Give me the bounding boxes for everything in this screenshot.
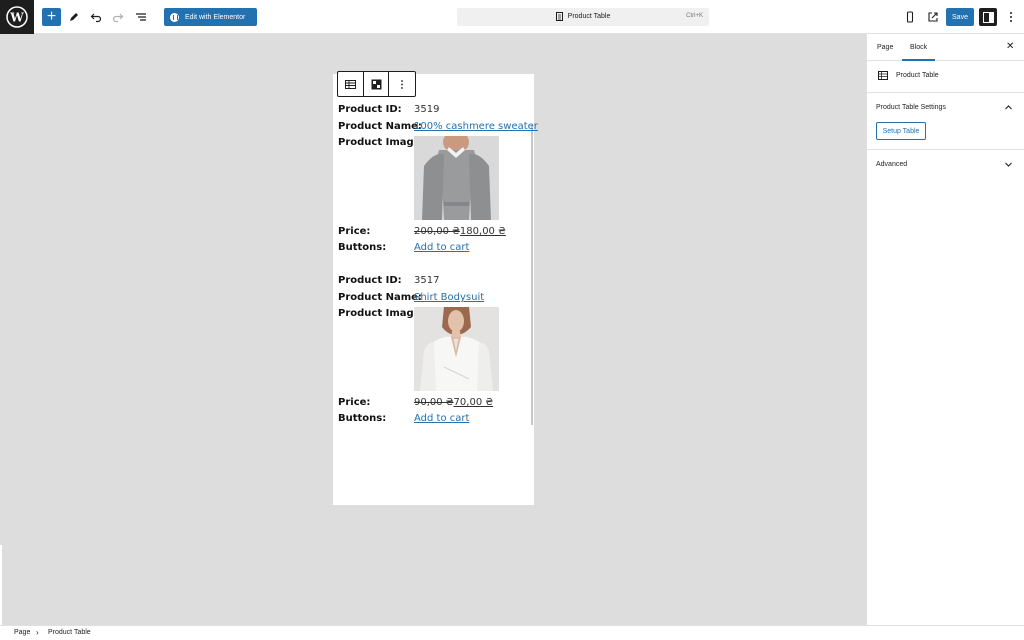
price-value: 90,00 ₴70,00 ₴ bbox=[414, 397, 493, 408]
product-name-link[interactable]: 100% cashmere sweater bbox=[414, 121, 538, 132]
table-block-icon[interactable] bbox=[338, 72, 364, 96]
product-name-label: Product Name: bbox=[338, 292, 422, 303]
product-name-label: Product Name: bbox=[338, 121, 422, 132]
block-toolbar bbox=[337, 71, 416, 97]
view-page-external-icon[interactable] bbox=[923, 7, 943, 27]
block-card-title: Product Table bbox=[896, 72, 939, 79]
settings-sidebar: Page Block ✕ Product Table Product Table… bbox=[866, 34, 1024, 625]
editor-header: W + Edit with Elementor Product Table Ct… bbox=[0, 0, 1024, 34]
command-palette-bar[interactable]: Product Table Ctrl+K bbox=[457, 8, 709, 26]
buttons-label: Buttons: bbox=[338, 413, 387, 424]
edit-with-elementor-label: Edit with Elementor bbox=[185, 13, 246, 21]
product-id-value: 3517 bbox=[414, 275, 440, 286]
old-price: 90,00 ₴ bbox=[414, 397, 454, 408]
settings-sidebar-toggle-icon[interactable] bbox=[979, 8, 997, 26]
advanced-panel[interactable]: Advanced bbox=[867, 150, 1024, 180]
breadcrumb-page[interactable]: Page bbox=[14, 629, 30, 636]
chevron-up-icon[interactable] bbox=[1004, 103, 1013, 112]
block-options-icon[interactable] bbox=[389, 72, 415, 96]
chevron-down-icon[interactable] bbox=[1004, 160, 1013, 169]
sidebar-tabs: Page Block ✕ bbox=[867, 34, 1024, 61]
buttons-label: Buttons: bbox=[338, 242, 387, 253]
options-menu-icon[interactable] bbox=[1001, 7, 1021, 27]
add-block-button[interactable]: + bbox=[42, 8, 61, 26]
product-name-link[interactable]: Shirt Bodysuit bbox=[414, 292, 484, 303]
product-id-label: Product ID: bbox=[338, 104, 402, 115]
wordpress-logo-icon[interactable]: W bbox=[0, 0, 34, 34]
table-block-icon bbox=[878, 71, 888, 80]
panel-title[interactable]: Product Table Settings bbox=[876, 104, 946, 111]
page-document-icon bbox=[555, 12, 563, 21]
save-button[interactable]: Save bbox=[946, 8, 974, 26]
old-price: 200,00 ₴ bbox=[414, 226, 460, 237]
redo-icon[interactable] bbox=[108, 7, 128, 27]
price-label: Price: bbox=[338, 397, 371, 408]
command-shortcut: Ctrl+K bbox=[686, 13, 703, 19]
document-overview-icon[interactable] bbox=[131, 7, 151, 27]
canvas-edge bbox=[0, 545, 2, 625]
advanced-title: Advanced bbox=[876, 161, 908, 168]
undo-icon[interactable] bbox=[86, 7, 106, 27]
sale-price: 70,00 ₴ bbox=[453, 397, 494, 408]
chevron-right-icon: › bbox=[36, 628, 39, 637]
sale-price: 180,00 ₴ bbox=[459, 226, 506, 237]
product-id-label: Product ID: bbox=[338, 275, 402, 286]
price-value: 200,00 ₴180,00 ₴ bbox=[414, 226, 506, 237]
edit-with-elementor-button[interactable]: Edit with Elementor bbox=[164, 8, 257, 26]
product-table-settings-panel: Product Table Settings Setup Table bbox=[867, 93, 1024, 150]
elementor-icon bbox=[170, 12, 179, 22]
svg-text:W: W bbox=[9, 11, 24, 25]
product-image-label: Product Image: bbox=[338, 308, 425, 319]
product-id-value: 3519 bbox=[414, 104, 440, 115]
product-image[interactable] bbox=[414, 136, 499, 220]
add-to-cart-button[interactable]: Add to cart bbox=[414, 413, 469, 424]
device-preview-icon[interactable] bbox=[900, 7, 920, 27]
breadcrumb-product-table[interactable]: Product Table bbox=[48, 629, 91, 636]
table-settings-icon[interactable] bbox=[364, 72, 390, 96]
tab-block[interactable]: Block bbox=[901, 44, 936, 61]
preview-scrollbar[interactable] bbox=[531, 125, 533, 425]
tools-pen-icon[interactable] bbox=[64, 7, 84, 27]
add-to-cart-button[interactable]: Add to cart bbox=[414, 242, 469, 253]
product-image-label: Product Image: bbox=[338, 137, 425, 148]
document-title: Product Table bbox=[567, 13, 611, 20]
tab-page[interactable]: Page bbox=[877, 44, 893, 51]
product-image[interactable] bbox=[414, 307, 499, 391]
close-icon[interactable]: ✕ bbox=[1006, 41, 1014, 52]
block-card: Product Table bbox=[867, 61, 1024, 93]
setup-table-button[interactable]: Setup Table bbox=[876, 122, 926, 140]
price-label: Price: bbox=[338, 226, 371, 237]
breadcrumb: Page › Product Table bbox=[0, 625, 1024, 640]
